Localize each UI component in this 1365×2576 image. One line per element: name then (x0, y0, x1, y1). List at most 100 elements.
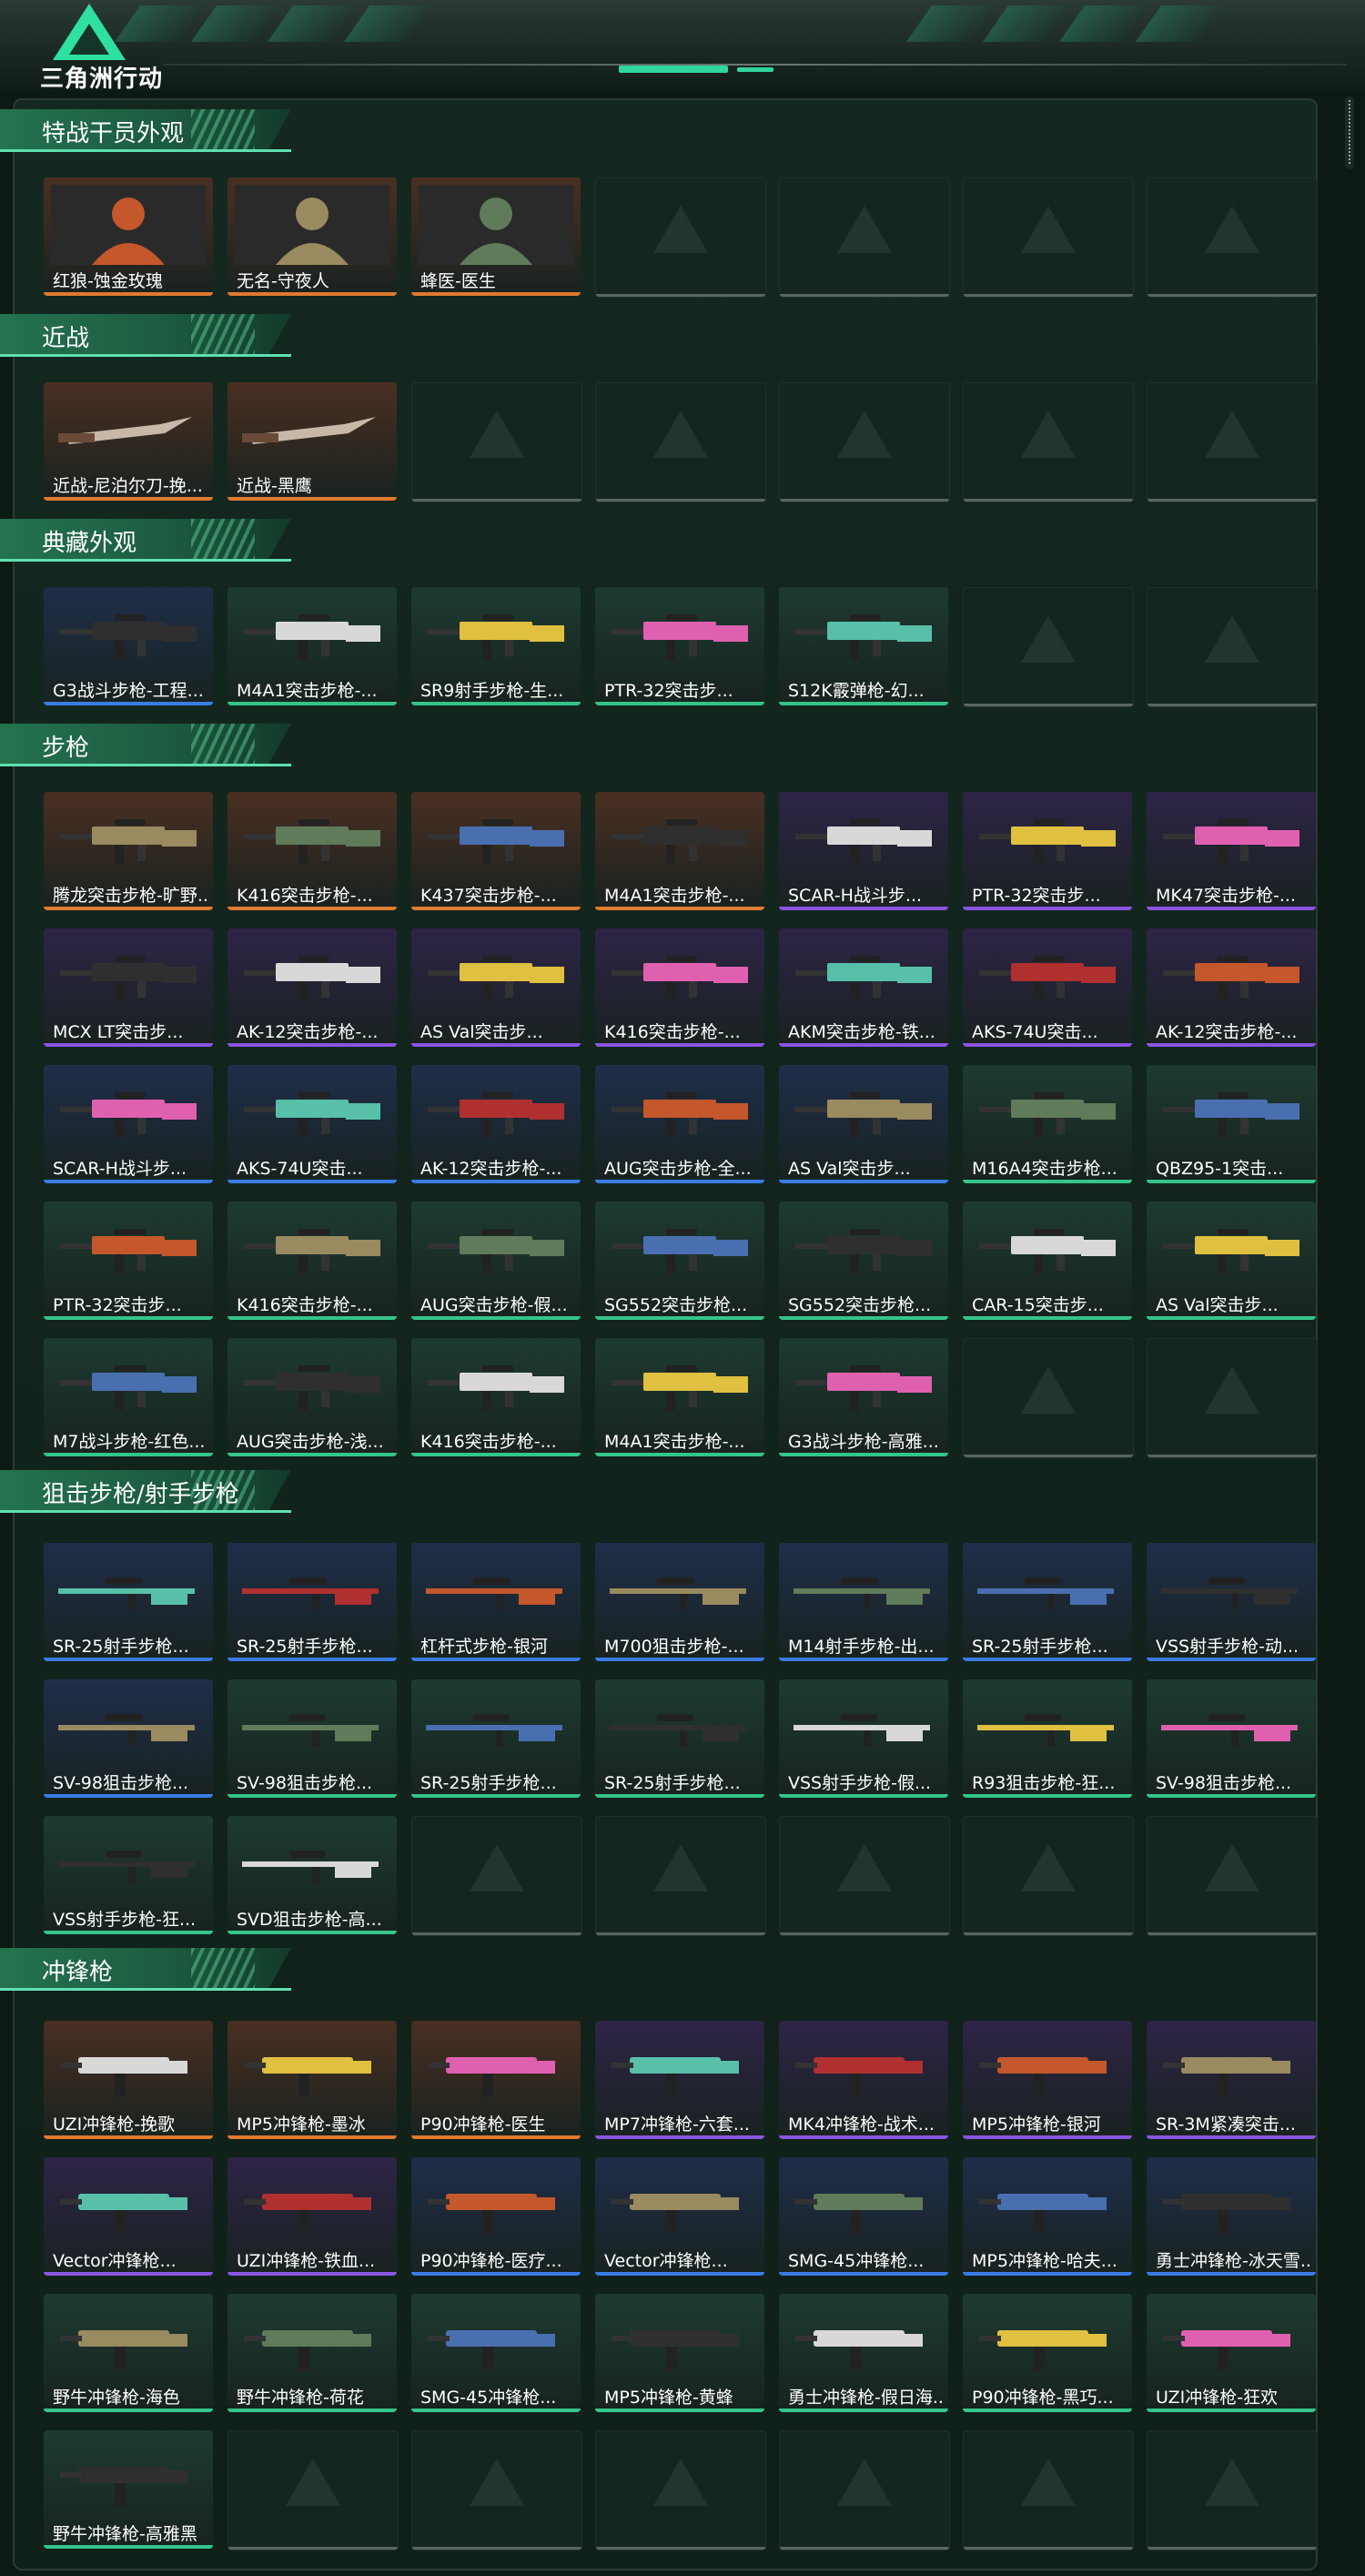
item-tile[interactable]: 红狼-蚀金玫瑰 (44, 177, 213, 296)
item-tile[interactable]: 腾龙突击步枪-旷野... (44, 792, 213, 910)
item-tile[interactable]: AUG突击步枪-浅... (228, 1338, 397, 1456)
item-tile[interactable]: G3战斗步枪-高雅... (779, 1338, 948, 1456)
item-tile[interactable]: AK-12突击步枪-... (228, 928, 397, 1047)
item-tile[interactable]: MCX LT突击步... (44, 928, 213, 1047)
item-tile[interactable]: P90冲锋枪-医生 (411, 2021, 581, 2139)
item-tile[interactable]: K416突击步枪-... (228, 1202, 397, 1320)
empty-slot-bar (596, 1932, 765, 1935)
item-tile[interactable]: SG552突击步枪... (595, 1202, 764, 1320)
item-tile[interactable]: PTR-32突击步... (44, 1202, 213, 1320)
item-tile[interactable]: SVD狙击步枪-高... (228, 1816, 397, 1934)
item-tile[interactable]: MK4冲锋枪-战术... (779, 2021, 948, 2139)
smg-icon (235, 2301, 389, 2381)
item-tile[interactable]: M4A1突击步枪-... (595, 1338, 764, 1456)
item-tile[interactable]: S12K霰弹枪-幻... (779, 587, 948, 705)
item-tile[interactable]: SR-3M紧凑突击... (1147, 2021, 1316, 2139)
item-tile[interactable]: M14射手步枪-出... (779, 1543, 948, 1661)
rarity-bar (411, 702, 581, 705)
item-tile[interactable]: MP5冲锋枪-银河 (963, 2021, 1132, 2139)
item-tile[interactable]: P90冲锋枪-黑巧... (963, 2294, 1132, 2412)
item-tile[interactable]: PTR-32突击步... (963, 792, 1132, 910)
item-tile[interactable]: 野牛冲锋枪-荷花 (228, 2294, 397, 2412)
item-tile[interactable]: PTR-32突击步... (595, 587, 764, 705)
empty-slot-bar (1148, 294, 1317, 297)
scrollbar-thumb[interactable] (1349, 100, 1353, 164)
item-tile[interactable]: AKM突击步枪-铁... (779, 928, 948, 1047)
item-tile[interactable]: AUG突击步枪-全... (595, 1065, 764, 1183)
item-tile[interactable]: SV-98狙击步枪... (228, 1679, 397, 1798)
item-tile[interactable]: G3战斗步枪-工程... (44, 587, 213, 705)
item-tile[interactable]: SMG-45冲锋枪... (411, 2294, 581, 2412)
item-tile[interactable]: K437突击步枪-... (411, 792, 581, 910)
item-tile[interactable]: SR-25射手步枪... (595, 1679, 764, 1798)
rarity-bar (44, 1316, 213, 1320)
item-tile[interactable]: SG552突击步枪... (779, 1202, 948, 1320)
item-tile[interactable]: Vector冲锋枪... (44, 2157, 213, 2276)
item-tile[interactable]: M7战斗步枪-红色... (44, 1338, 213, 1456)
rarity-bar (779, 2135, 948, 2139)
item-tile[interactable]: 无名-守夜人 (228, 177, 397, 296)
item-tile[interactable]: AS Val突击步... (1147, 1202, 1316, 1320)
item-tile[interactable]: AK-12突击步枪-... (411, 1065, 581, 1183)
empty-slot-bar (964, 1932, 1133, 1935)
item-tile[interactable]: AS Val突击步... (779, 1065, 948, 1183)
section-header: 狙击步枪/射手步枪 (0, 1470, 309, 1513)
item-tile[interactable]: SR9射手步枪-生... (411, 587, 581, 705)
item-tile[interactable]: VSS射手步枪-动... (1147, 1543, 1316, 1661)
item-tile[interactable]: UZI冲锋枪-铁血... (228, 2157, 397, 2276)
item-tile[interactable]: SCAR-H战斗步... (779, 792, 948, 910)
item-tile[interactable]: M700狙击步枪-... (595, 1543, 764, 1661)
item-tile[interactable]: 勇士冲锋枪-冰天雪... (1147, 2157, 1316, 2276)
item-tile[interactable]: SV-98狙击步枪... (1147, 1679, 1316, 1798)
empty-slot-bar (596, 499, 765, 502)
item-tile[interactable]: 野牛冲锋枪-高雅黑 (44, 2430, 213, 2549)
item-tile[interactable]: SR-25射手步枪... (411, 1679, 581, 1798)
item-tile[interactable]: K416突击步枪-... (595, 928, 764, 1047)
item-tile[interactable]: K416突击步枪-... (228, 792, 397, 910)
item-tile[interactable]: AS Val突击步... (411, 928, 581, 1047)
item-tile[interactable]: SR-25射手步枪... (963, 1543, 1132, 1661)
item-tile[interactable]: CAR-15突击步... (963, 1202, 1132, 1320)
item-label: SCAR-H战斗步... (53, 1159, 187, 1179)
item-tile[interactable]: M4A1突击步枪-... (595, 792, 764, 910)
item-tile[interactable]: 蜂医-医生 (411, 177, 581, 296)
item-tile[interactable]: M4A1突击步枪-... (228, 587, 397, 705)
item-tile[interactable]: AK-12突击步枪-... (1147, 928, 1316, 1047)
item-tile[interactable]: SCAR-H战斗步... (44, 1065, 213, 1183)
item-tile[interactable]: 野牛冲锋枪-海色 (44, 2294, 213, 2412)
item-tile[interactable]: UZI冲锋枪-挽歌 (44, 2021, 213, 2139)
item-tile[interactable]: VSS射手步枪-假... (779, 1679, 948, 1798)
item-label: P90冲锋枪-黑巧... (972, 2388, 1114, 2408)
rarity-bar (779, 1794, 948, 1798)
item-tile[interactable]: AKS-74U突击... (963, 928, 1132, 1047)
item-tile[interactable]: 杠杆式步枪-银河 (411, 1543, 581, 1661)
item-tile[interactable]: SR-25射手步枪... (228, 1543, 397, 1661)
item-tile[interactable]: R93狙击步枪-狂... (963, 1679, 1132, 1798)
smg-icon (419, 2165, 573, 2245)
item-tile[interactable]: MP7冲锋枪-六套... (595, 2021, 764, 2139)
item-tile[interactable]: P90冲锋枪-医疗... (411, 2157, 581, 2276)
item-tile[interactable]: MP5冲锋枪-墨冰 (228, 2021, 397, 2139)
rarity-bar (963, 2272, 1132, 2276)
item-tile[interactable]: M16A4突击步枪... (963, 1065, 1132, 1183)
item-tile[interactable]: UZI冲锋枪-狂欢 (1147, 2294, 1316, 2412)
item-tile[interactable]: 近战-黑鹰 (228, 382, 397, 501)
item-tile[interactable]: VSS射手步枪-狂... (44, 1816, 213, 1934)
item-tile[interactable]: Vector冲锋枪... (595, 2157, 764, 2276)
item-tile[interactable]: 勇士冲锋枪-假日海... (779, 2294, 948, 2412)
item-tile[interactable]: MP5冲锋枪-黄蜂 (595, 2294, 764, 2412)
item-tile[interactable]: SV-98狙击步枪... (44, 1679, 213, 1798)
rarity-bar (228, 1316, 397, 1320)
item-tile[interactable]: MK47突击步枪-... (1147, 792, 1316, 910)
item-label: M16A4突击步枪... (972, 1159, 1117, 1179)
item-tile[interactable]: MP5冲锋枪-哈夫... (963, 2157, 1132, 2276)
item-tile[interactable]: AUG突击步枪-假... (411, 1202, 581, 1320)
rarity-bar (44, 2409, 213, 2412)
item-tile[interactable]: SMG-45冲锋枪... (779, 2157, 948, 2276)
item-tile[interactable]: AKS-74U突击... (228, 1065, 397, 1183)
item-tile[interactable]: K416突击步枪-... (411, 1338, 581, 1456)
placeholder-logo-icon (837, 1844, 892, 1891)
item-tile[interactable]: SR-25射手步枪... (44, 1543, 213, 1661)
item-tile[interactable]: QBZ95-1突击... (1147, 1065, 1316, 1183)
item-tile[interactable]: 近战-尼泊尔刀-挽... (44, 382, 213, 501)
